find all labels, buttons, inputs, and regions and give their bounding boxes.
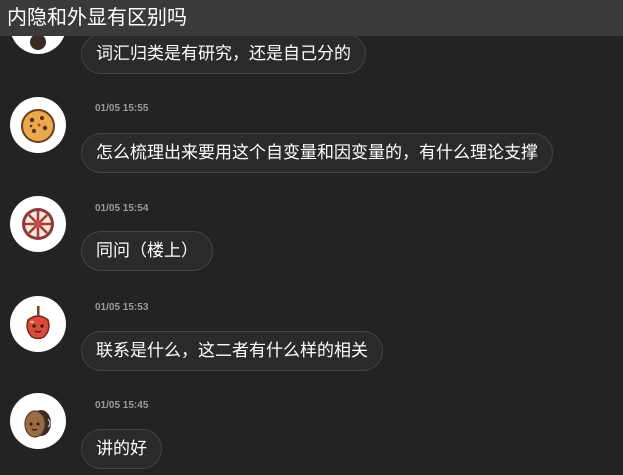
message-bubble: 词汇归类是有研究，还是自己分的 — [81, 34, 366, 74]
message-bubble: 讲的好 — [81, 429, 162, 469]
message-bubble: 联系是什么，这二者有什么样的相关 — [81, 331, 383, 371]
message-timestamp: 01/05 15:54 — [95, 203, 149, 214]
conversation-title-bar: 内隐和外显有区别吗 — [0, 0, 623, 36]
user-avatar[interactable] — [10, 196, 66, 252]
candy-wheel-icon — [22, 208, 54, 240]
conversation-title: 内隐和外显有区别吗 — [7, 5, 187, 29]
message-timestamp: 01/05 15:45 — [95, 400, 149, 411]
message-bubble: 怎么梳理出来要用这个自变量和因变量的，有什么理论支撑 — [81, 133, 553, 173]
candy-apple-icon — [26, 306, 50, 340]
cookie-icon — [21, 109, 55, 143]
user-avatar[interactable] — [10, 393, 66, 449]
user-avatar[interactable] — [10, 296, 66, 352]
chocolate-egg-icon — [24, 410, 51, 438]
chat-message-list[interactable]: 词汇归类是有研究，还是自己分的 01/05 15:55 怎么梳理出来要用这个自变… — [0, 0, 623, 475]
message-bubble: 同问（楼上） — [81, 231, 213, 271]
message-timestamp: 01/05 15:53 — [95, 302, 149, 313]
message-timestamp: 01/05 15:55 — [95, 103, 149, 114]
user-avatar[interactable] — [10, 97, 66, 153]
